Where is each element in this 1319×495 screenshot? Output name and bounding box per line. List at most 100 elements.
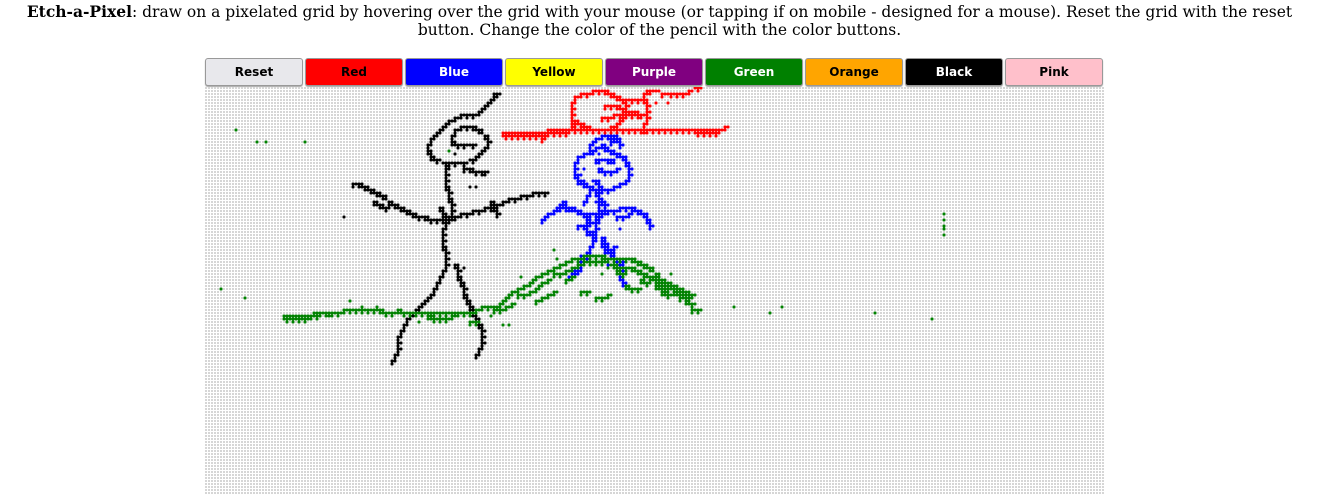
- pixel[interactable]: [450, 137, 454, 141]
- pixel[interactable]: [504, 299, 508, 303]
- pixel[interactable]: [645, 110, 649, 114]
- pixel[interactable]: [591, 152, 595, 156]
- pixel[interactable]: [687, 290, 691, 294]
- pixel[interactable]: [612, 152, 616, 156]
- pixel[interactable]: [486, 170, 490, 174]
- pixel[interactable]: [474, 173, 478, 177]
- pixel[interactable]: [579, 182, 583, 186]
- pixel[interactable]: [393, 353, 397, 357]
- pixel[interactable]: [513, 290, 517, 294]
- pixel[interactable]: [543, 137, 547, 141]
- pixel[interactable]: [675, 284, 679, 288]
- pixel[interactable]: [690, 128, 694, 132]
- pixel[interactable]: [615, 269, 619, 273]
- pixel[interactable]: [576, 158, 580, 162]
- pixel[interactable]: [447, 257, 451, 261]
- pixel[interactable]: [492, 203, 496, 207]
- pixel[interactable]: [690, 302, 694, 306]
- pixel[interactable]: [582, 125, 586, 129]
- pixel[interactable]: [426, 146, 430, 150]
- pixel[interactable]: [597, 227, 601, 231]
- pixel[interactable]: [456, 143, 460, 147]
- pixel[interactable]: [444, 182, 448, 186]
- pixel[interactable]: [405, 212, 409, 216]
- pixel[interactable]: [393, 356, 397, 360]
- pixel[interactable]: [495, 209, 499, 213]
- pixel[interactable]: [624, 161, 628, 165]
- pixel[interactable]: [480, 152, 484, 156]
- pixel[interactable]: [579, 290, 583, 294]
- pixel[interactable]: [633, 269, 637, 273]
- pixel[interactable]: [504, 305, 508, 309]
- pixel[interactable]: [720, 128, 724, 132]
- pixel[interactable]: [618, 209, 622, 213]
- pixel[interactable]: [597, 152, 601, 156]
- pixel[interactable]: [432, 134, 436, 138]
- pixel[interactable]: [570, 125, 574, 129]
- pixel[interactable]: [546, 131, 550, 135]
- pixel[interactable]: [582, 92, 586, 96]
- pixel[interactable]: [450, 143, 454, 147]
- pixel[interactable]: [639, 128, 643, 132]
- pixel[interactable]: [630, 113, 634, 117]
- pixel[interactable]: [447, 194, 451, 198]
- pixel[interactable]: [462, 287, 466, 291]
- pixel[interactable]: [594, 296, 598, 300]
- pixel[interactable]: [579, 128, 583, 132]
- pixel[interactable]: [588, 92, 592, 96]
- pixel[interactable]: [357, 182, 361, 186]
- pixel[interactable]: [612, 245, 616, 249]
- pixel[interactable]: [597, 167, 601, 171]
- pixel[interactable]: [393, 311, 397, 315]
- pixel[interactable]: [519, 197, 523, 201]
- pixel[interactable]: [600, 134, 604, 138]
- pixel[interactable]: [573, 95, 577, 99]
- pixel[interactable]: [465, 161, 469, 165]
- pixel[interactable]: [444, 179, 448, 183]
- pixel[interactable]: [573, 167, 577, 171]
- pixel[interactable]: [594, 137, 598, 141]
- pixel[interactable]: [396, 206, 400, 210]
- pixel[interactable]: [615, 137, 619, 141]
- pixel[interactable]: [423, 218, 427, 222]
- pixel[interactable]: [516, 287, 520, 291]
- pixel[interactable]: [597, 254, 601, 258]
- pixel[interactable]: [486, 140, 490, 144]
- pixel[interactable]: [570, 209, 574, 213]
- pixel[interactable]: [597, 158, 601, 162]
- pixel[interactable]: [315, 311, 319, 315]
- pixel[interactable]: [534, 191, 538, 195]
- pixel[interactable]: [483, 104, 487, 108]
- pixel[interactable]: [468, 305, 472, 309]
- pixel[interactable]: [642, 122, 646, 126]
- pixel[interactable]: [495, 305, 499, 309]
- pixel[interactable]: [723, 128, 727, 132]
- pixel[interactable]: [612, 134, 616, 138]
- pixel[interactable]: [636, 287, 640, 291]
- pixel[interactable]: [573, 209, 577, 213]
- pixel[interactable]: [564, 209, 568, 213]
- pixel[interactable]: [486, 206, 490, 210]
- pixel[interactable]: [615, 113, 619, 117]
- pixel[interactable]: [600, 296, 604, 300]
- pixel[interactable]: [522, 293, 526, 297]
- pixel[interactable]: [471, 113, 475, 117]
- pixel[interactable]: [459, 125, 463, 129]
- pixel[interactable]: [510, 197, 514, 201]
- pixel[interactable]: [609, 263, 613, 267]
- pixel[interactable]: [609, 116, 613, 120]
- pixel[interactable]: [456, 278, 460, 282]
- pixel[interactable]: [474, 113, 478, 117]
- pixel[interactable]: [600, 158, 604, 162]
- pixel[interactable]: [624, 269, 628, 273]
- pixel[interactable]: [585, 293, 589, 297]
- pixel[interactable]: [699, 87, 703, 90]
- pixel[interactable]: [468, 143, 472, 147]
- pixel[interactable]: [603, 251, 607, 255]
- pixel[interactable]: [456, 116, 460, 120]
- pixel[interactable]: [570, 260, 574, 264]
- pixel[interactable]: [414, 314, 418, 318]
- pixel[interactable]: [450, 218, 454, 222]
- pixel[interactable]: [435, 131, 439, 135]
- pixel[interactable]: [615, 218, 619, 222]
